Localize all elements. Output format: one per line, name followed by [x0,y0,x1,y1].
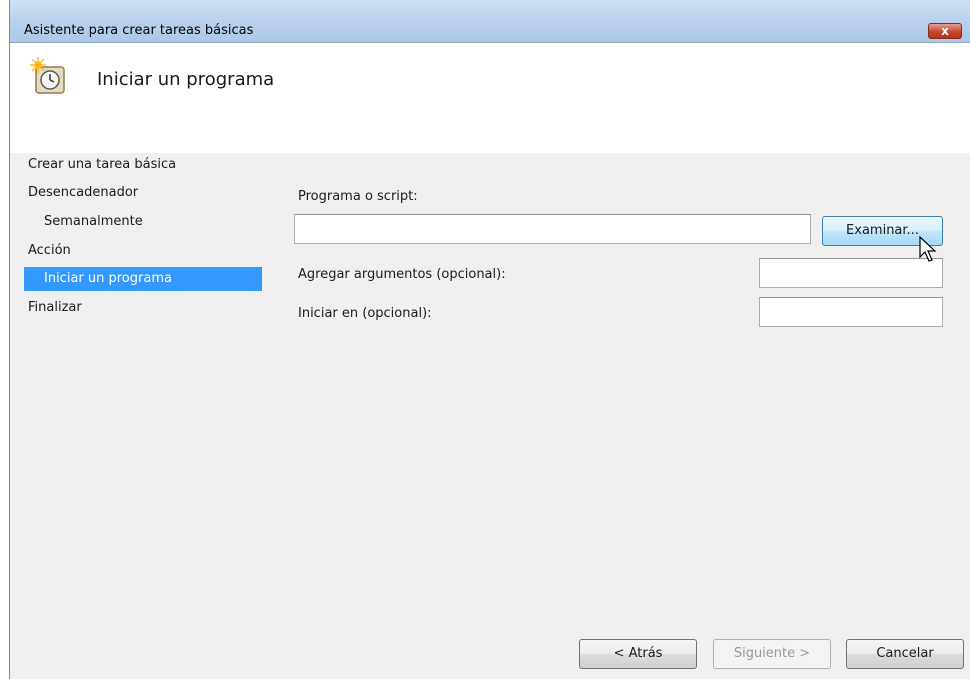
nav-step-action[interactable]: Acción [28,239,71,263]
nav-step-create-basic-task[interactable]: Crear una tarea básica [28,153,176,177]
page-title: Iniciar un programa [97,69,275,90]
wizard-window: Asistente para crear tareas básicas x In… [9,0,970,679]
program-script-input[interactable] [294,214,811,244]
wizard-header: Iniciar un programa [10,43,970,153]
close-icon: x [941,24,949,38]
nav-step-trigger[interactable]: Desencadenador [28,181,138,205]
back-button[interactable]: < Atrás [579,639,697,669]
window-title: Asistente para crear tareas básicas [24,23,254,38]
nav-step-start-program[interactable]: Iniciar un programa [24,267,262,291]
next-button[interactable]: Siguiente > [713,639,831,669]
cancel-button[interactable]: Cancelar [846,639,964,669]
program-script-label: Programa o script: [298,189,418,204]
mouse-cursor-icon [919,235,937,262]
title-bar[interactable]: Asistente para crear tareas básicas x [10,0,970,43]
task-scheduler-clock-icon [30,57,65,94]
close-button[interactable]: x [928,23,962,39]
nav-step-finish[interactable]: Finalizar [28,296,82,320]
start-in-label: Iniciar en (opcional): [298,306,432,321]
nav-step-weekly[interactable]: Semanalmente [44,210,143,234]
arguments-label: Agregar argumentos (opcional): [298,267,506,282]
arguments-input[interactable] [759,258,943,288]
start-in-input[interactable] [759,297,943,327]
